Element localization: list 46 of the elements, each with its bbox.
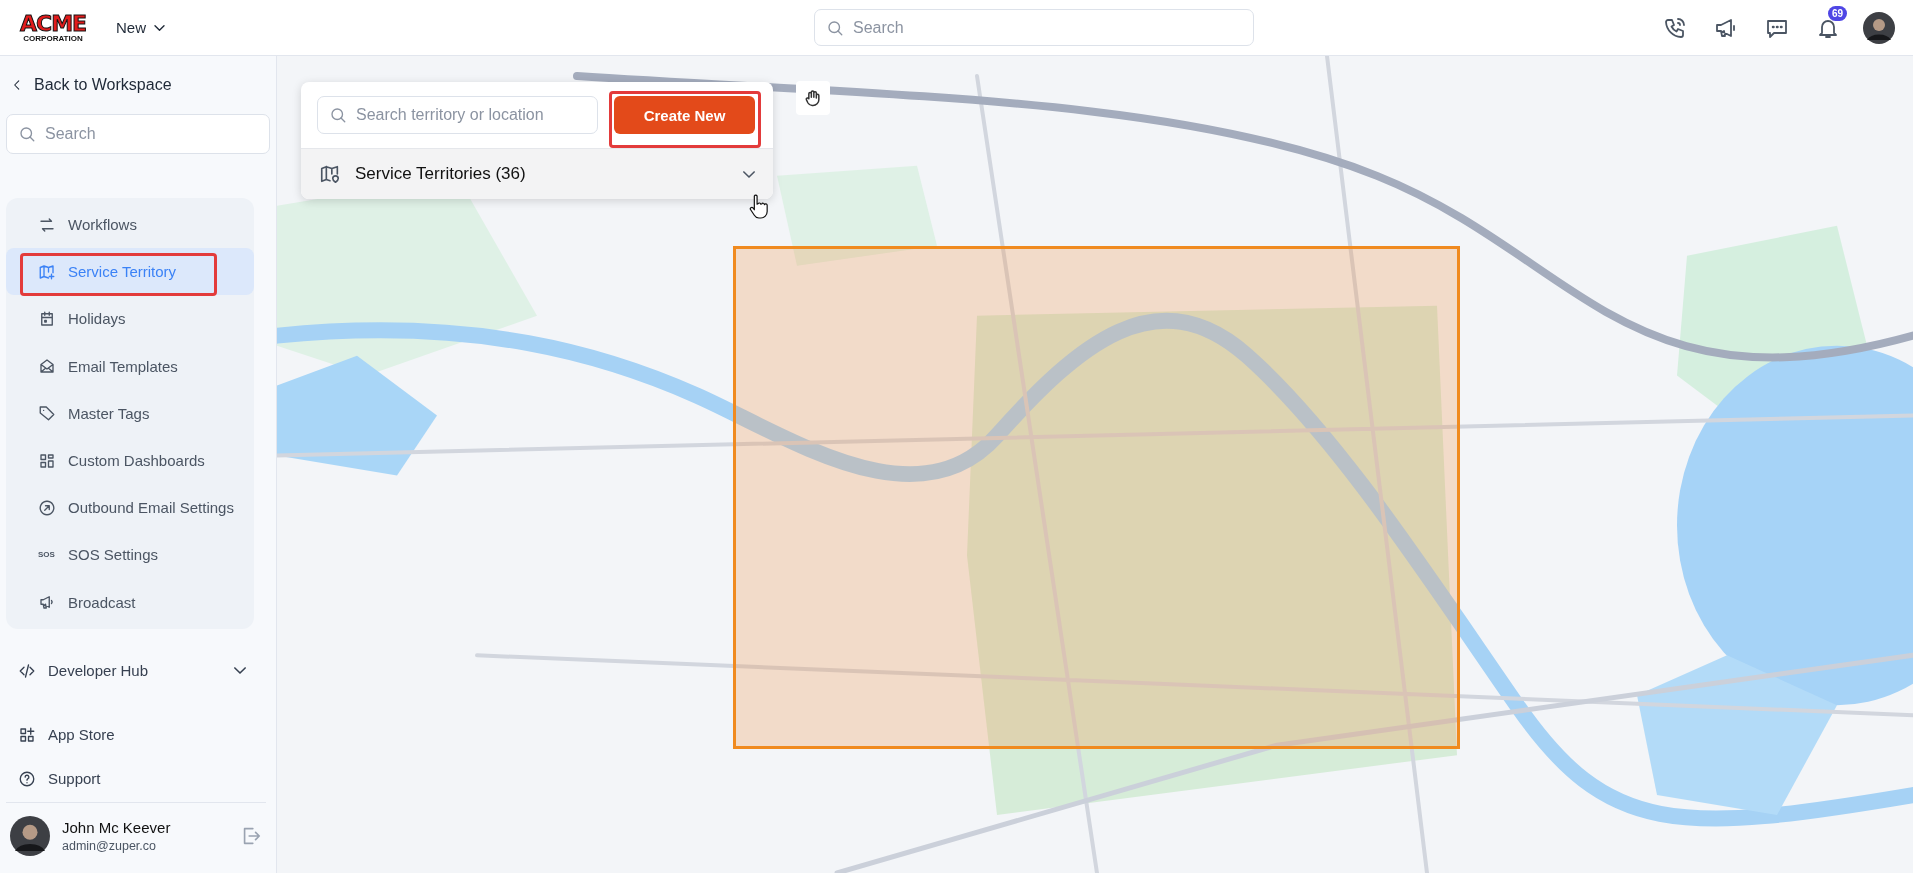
hand-icon bbox=[803, 88, 823, 108]
back-link[interactable]: Back to Workspace bbox=[0, 56, 276, 114]
menu-icon bbox=[38, 215, 56, 234]
create-new-button[interactable]: Create New bbox=[614, 96, 755, 134]
search-field[interactable]: Search territory or location bbox=[317, 96, 598, 134]
sidebar-item[interactable]: Workflows bbox=[6, 201, 254, 249]
chevron-down-icon bbox=[234, 667, 246, 675]
menu-icon bbox=[38, 498, 56, 517]
developer-hub-item[interactable]: Developer Hub bbox=[0, 646, 264, 695]
search-field[interactable]: Search bbox=[6, 114, 270, 154]
pan-tool-button[interactable] bbox=[796, 81, 830, 115]
user-email: admin@zuper.co bbox=[62, 839, 157, 853]
pointer-cursor-icon bbox=[747, 194, 769, 220]
search-icon bbox=[18, 125, 36, 143]
sidebar-link[interactable]: App Store bbox=[0, 712, 276, 757]
phone-icon[interactable] bbox=[1663, 15, 1687, 40]
code-icon bbox=[18, 661, 36, 680]
sidebar-item[interactable]: Email Templates bbox=[6, 342, 254, 390]
sidebar-item[interactable]: Outbound Email Settings bbox=[6, 484, 254, 532]
sidebar-item[interactable]: Custom Dashboards bbox=[6, 436, 254, 485]
avatar[interactable] bbox=[1863, 11, 1895, 44]
user-name: John Mc Keever bbox=[62, 819, 172, 836]
territories-dropdown[interactable]: Service Territories (36) bbox=[301, 148, 773, 199]
user-avatar bbox=[10, 816, 50, 856]
sidebar-item[interactable]: Master Tags bbox=[6, 389, 254, 437]
apps-icon bbox=[18, 725, 36, 744]
chevron-down-icon bbox=[743, 170, 755, 178]
notification-count: 69 bbox=[1828, 5, 1848, 21]
search-icon bbox=[329, 106, 347, 124]
menu-icon bbox=[38, 593, 56, 612]
sidebar-item[interactable]: Holidays bbox=[6, 295, 254, 343]
search-field[interactable]: Search bbox=[814, 9, 1254, 46]
search-icon bbox=[826, 18, 844, 37]
help-icon bbox=[18, 769, 36, 788]
menu-icon bbox=[38, 262, 56, 281]
menu-icon bbox=[38, 451, 56, 470]
new-menu[interactable]: New bbox=[112, 15, 169, 40]
chevron-down-icon bbox=[154, 24, 165, 31]
menu-icon bbox=[38, 309, 56, 328]
sidebar-link[interactable]: Support bbox=[0, 756, 276, 801]
map-pin-icon bbox=[319, 163, 341, 185]
sidebar-item[interactable]: SOS SOS Settings bbox=[6, 531, 254, 579]
sidebar-item[interactable]: Broadcast bbox=[6, 578, 254, 626]
company-logo: ACME CORPORATION bbox=[18, 12, 88, 43]
menu-icon bbox=[38, 357, 56, 376]
menu-icon bbox=[38, 404, 56, 423]
